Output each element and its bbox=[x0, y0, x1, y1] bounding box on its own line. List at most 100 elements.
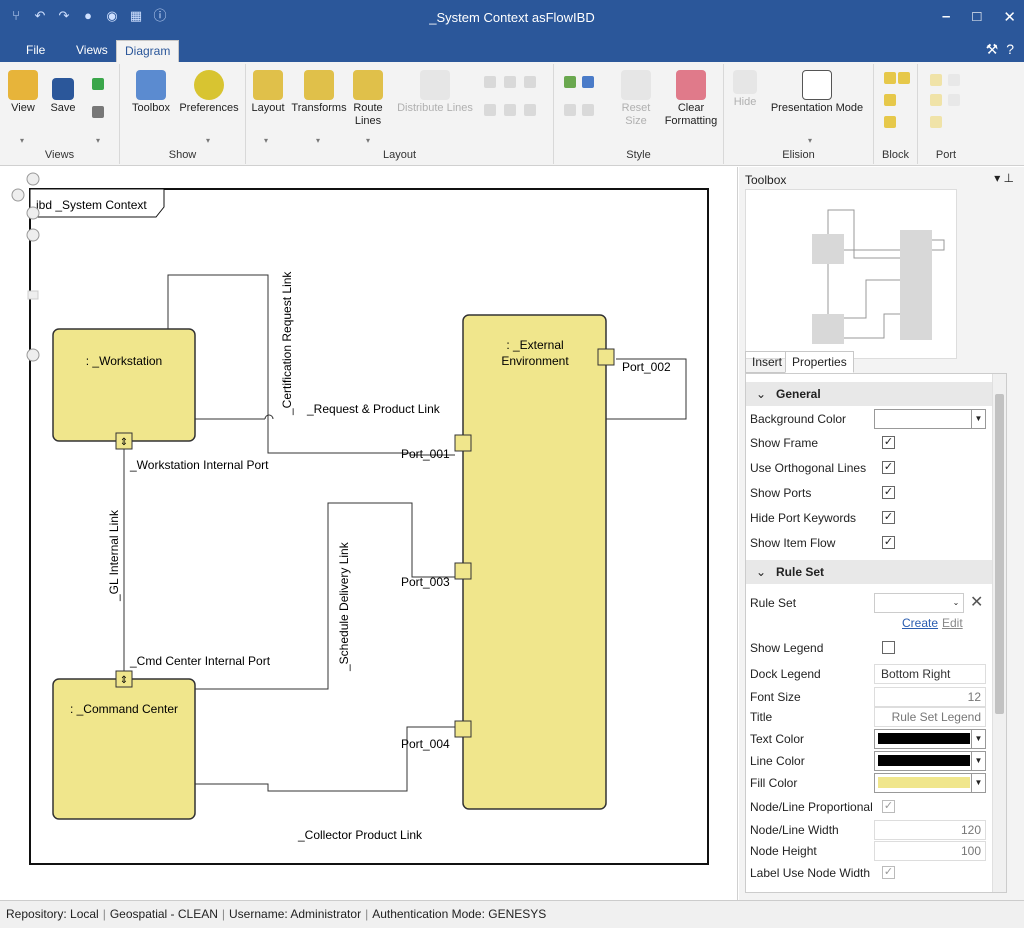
align-center-icon[interactable] bbox=[504, 76, 516, 88]
diagram-canvas[interactable]: ibd _System Context : _Workstation: _Co… bbox=[0, 167, 738, 900]
hide-button[interactable]: Hide bbox=[730, 70, 760, 109]
layout-button[interactable]: Layout bbox=[250, 70, 286, 115]
abc-icon[interactable] bbox=[92, 106, 104, 118]
align-right-icon[interactable] bbox=[524, 76, 536, 88]
show-ports-label: Show Ports bbox=[750, 486, 812, 500]
block-icon-3[interactable] bbox=[884, 94, 896, 106]
save-button[interactable]: Save bbox=[46, 74, 80, 115]
handle-icon[interactable] bbox=[26, 348, 40, 362]
distribute-lines-icon bbox=[420, 70, 450, 100]
tab-properties[interactable]: Properties bbox=[785, 351, 854, 373]
dock-legend-dropdown[interactable]: Bottom Right bbox=[874, 664, 986, 684]
port-004[interactable] bbox=[454, 720, 472, 738]
port-003[interactable] bbox=[454, 562, 472, 580]
font-size-input[interactable]: 12 bbox=[874, 687, 986, 707]
minimize-icon[interactable]: – bbox=[942, 8, 950, 26]
ribbon-group-style: Reset Size Clear Formatting Style bbox=[554, 64, 724, 164]
toolbox-button[interactable]: Toolbox bbox=[128, 70, 174, 115]
port-001[interactable] bbox=[454, 434, 472, 452]
show-frame-checkbox[interactable]: ✓ bbox=[882, 436, 895, 449]
create-link[interactable]: Create bbox=[902, 616, 938, 630]
port-icon-1[interactable] bbox=[930, 74, 942, 86]
reset-size-button[interactable]: Reset Size bbox=[614, 70, 658, 128]
block-icon-2[interactable] bbox=[898, 72, 910, 84]
presentation-mode-button[interactable]: Presentation Mode bbox=[764, 70, 870, 115]
show-item-flow-checkbox[interactable]: ✓ bbox=[882, 536, 895, 549]
show-legend-label: Show Legend bbox=[750, 641, 824, 655]
chevron-down-icon: ▼ bbox=[971, 410, 985, 428]
port-icon-5[interactable] bbox=[930, 116, 942, 128]
tab-views[interactable]: Views bbox=[68, 40, 116, 62]
chevron-down-icon: ⌄ bbox=[756, 387, 767, 401]
window-title: _System Context asFlowIBD bbox=[429, 10, 595, 25]
handle-icon[interactable] bbox=[27, 290, 39, 300]
handle-icon[interactable] bbox=[26, 206, 40, 220]
maximize-icon[interactable]: □ bbox=[972, 8, 981, 26]
align-middle-icon[interactable] bbox=[504, 104, 516, 116]
show-ports-checkbox[interactable]: ✓ bbox=[882, 486, 895, 499]
transforms-button[interactable]: Transforms bbox=[290, 70, 348, 115]
background-color-dropdown[interactable]: ▼ bbox=[874, 409, 986, 429]
show-legend-checkbox[interactable] bbox=[882, 641, 895, 654]
node-line-proportional-checkbox[interactable]: ✓ bbox=[882, 800, 895, 813]
handle-icon[interactable] bbox=[26, 228, 40, 242]
port-icon-4[interactable] bbox=[948, 94, 960, 106]
help-icon[interactable]: ? bbox=[1006, 41, 1014, 58]
port-icon-2[interactable] bbox=[948, 74, 960, 86]
tab-diagram[interactable]: Diagram bbox=[116, 40, 180, 62]
style-line-icon[interactable] bbox=[582, 76, 594, 88]
port-002-label: Port_002 bbox=[622, 360, 671, 374]
settings-icon[interactable]: ⚒ bbox=[986, 41, 999, 58]
views-group-label: Views bbox=[44, 149, 75, 161]
handle-icon[interactable] bbox=[26, 172, 40, 186]
certification-link-label: _Certification Request Link bbox=[280, 271, 294, 416]
preferences-button[interactable]: Preferences bbox=[176, 70, 242, 115]
pin-icon[interactable]: ▾ ⊥ bbox=[994, 171, 1014, 185]
handle-icon[interactable] bbox=[11, 188, 25, 202]
hide-port-keywords-checkbox[interactable]: ✓ bbox=[882, 511, 895, 524]
scrollbar-thumb[interactable] bbox=[995, 394, 1004, 714]
view-icon bbox=[8, 70, 38, 100]
clear-formatting-button[interactable]: Clear Formatting bbox=[662, 70, 720, 128]
align-left-icon[interactable] bbox=[484, 76, 496, 88]
node-line-width-input[interactable]: 120 bbox=[874, 820, 986, 840]
view-button[interactable]: View bbox=[6, 70, 40, 115]
title-input[interactable]: Rule Set Legend bbox=[874, 707, 986, 727]
style-font-icon[interactable] bbox=[564, 104, 576, 116]
use-orthogonal-checkbox[interactable]: ✓ bbox=[882, 461, 895, 474]
edit-link[interactable]: Edit bbox=[942, 616, 963, 630]
diagram-svg[interactable]: ibd _System Context : _Workstation: _Co… bbox=[0, 167, 738, 900]
layout-group-label: Layout bbox=[382, 149, 417, 161]
route-lines-button[interactable]: Route Lines bbox=[350, 70, 386, 128]
tab-file[interactable]: File bbox=[18, 40, 53, 62]
align-top-icon[interactable] bbox=[484, 104, 496, 116]
node-height-input[interactable]: 100 bbox=[874, 841, 986, 861]
status-bar: Repository: Local | Geospatial - CLEAN | Use… bbox=[0, 900, 1024, 928]
rule-set-header-label: Rule Set bbox=[776, 565, 825, 579]
port-icon-3[interactable] bbox=[930, 94, 942, 106]
command-center-block[interactable] bbox=[52, 678, 196, 820]
check-icon[interactable] bbox=[92, 78, 104, 90]
chevron-down-icon: ⌄ bbox=[756, 565, 767, 579]
title-label: Title bbox=[750, 710, 773, 724]
preferences-label: Preferences bbox=[179, 102, 239, 114]
style-fill-icon[interactable] bbox=[564, 76, 576, 88]
label-use-node-width-checkbox[interactable]: ✓ bbox=[882, 866, 895, 879]
general-section-header[interactable]: ⌄ General bbox=[746, 382, 1006, 406]
properties-scrollbar[interactable] bbox=[992, 374, 1006, 892]
rule-set-section-header[interactable]: ⌄ Rule Set bbox=[746, 560, 1006, 584]
style-size-icon[interactable] bbox=[582, 104, 594, 116]
block-icon-1[interactable] bbox=[884, 72, 896, 84]
clear-icon[interactable]: ✕ bbox=[970, 592, 983, 612]
distribute-lines-button[interactable]: Distribute Lines bbox=[392, 70, 478, 115]
rule-set-dropdown[interactable]: ⌄ bbox=[874, 593, 964, 613]
close-icon[interactable]: ✕ bbox=[1003, 8, 1016, 26]
workstation-block[interactable] bbox=[52, 328, 196, 442]
tab-insert[interactable]: Insert bbox=[745, 351, 790, 373]
block-icon-4[interactable] bbox=[884, 116, 896, 128]
align-bottom-icon[interactable] bbox=[524, 104, 536, 116]
external-environment-block[interactable] bbox=[462, 314, 607, 810]
diagram-overview[interactable] bbox=[745, 189, 957, 359]
port-002[interactable] bbox=[597, 348, 615, 366]
certification-link-line[interactable] bbox=[167, 274, 455, 456]
